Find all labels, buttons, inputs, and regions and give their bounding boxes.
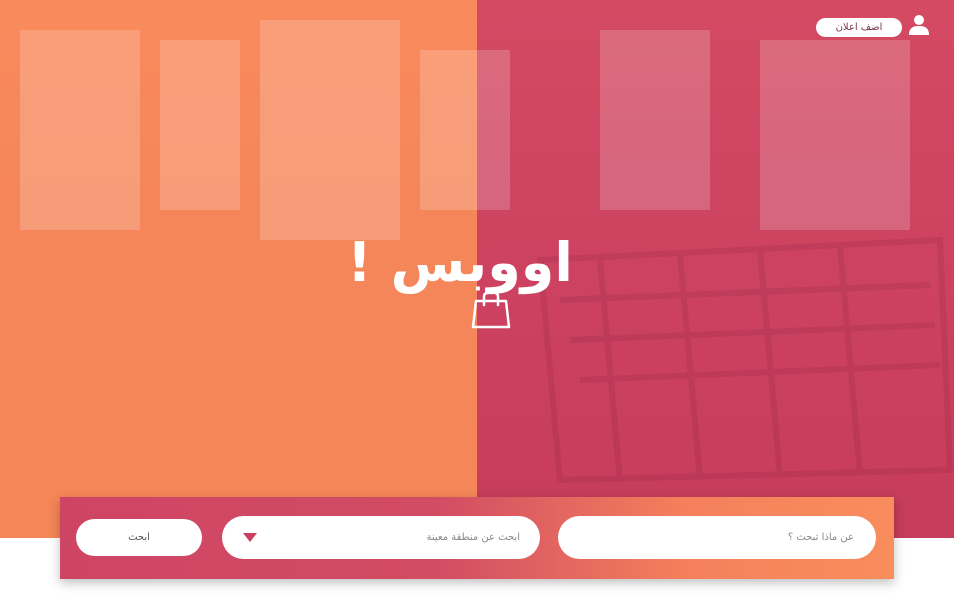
chevron-down-icon[interactable] (242, 532, 258, 543)
region-select[interactable]: ابحث عن منطقة معينة (222, 516, 540, 559)
search-bar: ابحث ابحث عن منطقة معينة (60, 497, 894, 579)
search-input[interactable] (558, 516, 876, 559)
shopping-bag-icon (471, 287, 511, 329)
region-select-label: ابحث عن منطقة معينة (426, 532, 520, 543)
add-ad-button[interactable]: اضف اعلان (816, 18, 902, 37)
site-logo: اووبس ! (347, 231, 573, 294)
search-button[interactable]: ابحث (76, 519, 202, 556)
user-icon[interactable] (908, 14, 930, 36)
